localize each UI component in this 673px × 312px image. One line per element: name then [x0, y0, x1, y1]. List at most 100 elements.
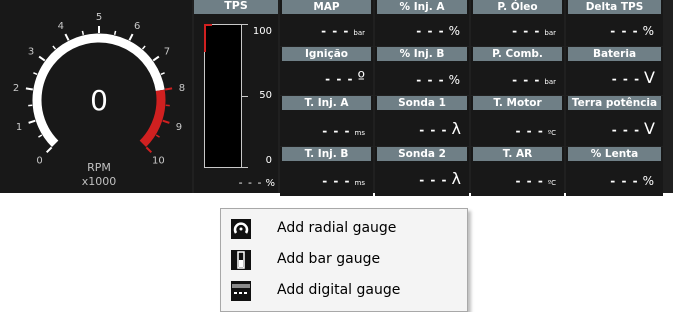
digital-gauge-cell[interactable]: MAP - - - bar [280, 0, 373, 46]
digital-gauge-value: - - - [515, 174, 544, 188]
digital-gauge-title: MAP [282, 0, 371, 14]
rpm-scale-label: 3 [28, 47, 34, 58]
digital-gauge-readout: - - -λ [419, 169, 461, 188]
digital-gauge-unit: ms [354, 179, 365, 187]
tps-tick [242, 167, 248, 168]
digital-gauge-title: T. Motor [473, 96, 562, 110]
digital-gauge-value: - - - [610, 174, 639, 188]
digital-gauge-readout: - - -º [325, 68, 365, 87]
tps-unit: % [265, 178, 276, 189]
rpm-scale-label: 6 [134, 21, 140, 32]
digital-gauge-unit: bar [544, 78, 556, 86]
digital-gauge-cell[interactable]: Sonda 2 - - -λ [375, 147, 469, 196]
digital-gauge-readout: - - -λ [419, 119, 461, 138]
tps-tick [242, 24, 248, 25]
digital-gauge-cell[interactable]: % Inj. A - - -% [375, 0, 469, 46]
digital-gauge-cell[interactable]: Bateria - - -V [566, 47, 663, 95]
tps-redline-marker [204, 24, 212, 52]
rpm-gauge-dial: 0 1 2 3 4 5 6 7 8 9 10 0 RPM x1000 [13, 12, 185, 188]
digital-gauge-readout: - - -% [416, 73, 461, 87]
digital-gauge-value: - - - [416, 24, 445, 38]
rpm-tick [141, 45, 146, 50]
bar-gauge-icon [231, 250, 251, 270]
digital-gauge-unit: % [642, 24, 655, 38]
menu-item-add-bar-gauge[interactable]: Add bar gauge [221, 246, 467, 274]
rpm-tick [38, 55, 46, 62]
digital-gauge-cell[interactable]: Sonda 1 - - -λ [375, 96, 469, 146]
rpm-tick [160, 72, 165, 76]
digital-gauge-cell[interactable]: T. Motor - - - ºC [471, 96, 564, 146]
digital-gauge-readout: - - -V [612, 119, 655, 138]
rpm-tick [25, 87, 33, 91]
rpm-scale-label: 2 [13, 83, 19, 94]
digital-gauge-title: % Inj. B [377, 47, 467, 61]
digital-gauge-value: - - - [515, 124, 544, 138]
digital-gauge-title: T. Inj. A [282, 96, 371, 110]
digital-gauge-value: - - - [512, 73, 541, 87]
tps-gauge[interactable]: TPS 100 50 0 - - -% [194, 0, 278, 193]
digital-gauge-unit: V [644, 119, 655, 138]
rpm-multiplier: x1000 [82, 175, 117, 188]
digital-gauge-title: P. Comb. [473, 47, 562, 61]
digital-gauge-unit: bar [544, 29, 556, 37]
digital-gauge-value: - - - [321, 24, 350, 38]
rpm-tick [38, 134, 43, 138]
digital-gauge-value: - - - [325, 72, 354, 86]
digital-gauge-readout: - - - ms [322, 124, 365, 138]
digital-gauge-readout: - - - ºC [516, 124, 556, 138]
rpm-tick [162, 119, 170, 124]
rpm-tick [33, 72, 38, 76]
rpm-scale-label: 10 [152, 155, 165, 166]
digital-gauge-cell[interactable]: P. Óleo - - - bar [471, 0, 564, 46]
digital-gauge-unit: bar [353, 29, 365, 37]
dashboard: 0 1 2 3 4 5 6 7 8 9 10 0 RPM x1000 TPS 100 50 0 - … [0, 0, 673, 196]
digital-gauge-unit: λ [451, 119, 461, 138]
rpm-scale-label: 8 [179, 83, 185, 94]
digital-gauge-title: Sonda 2 [377, 147, 467, 161]
digital-gauge-title: Bateria [568, 47, 661, 61]
rpm-tick [64, 33, 70, 41]
digital-gauge-unit: ms [354, 129, 365, 137]
rpm-scale-label: 7 [164, 47, 170, 58]
digital-gauge-value: - - - [611, 72, 641, 86]
digital-gauge-title: T. AR [473, 147, 562, 161]
digital-gauge-value: - - - [611, 123, 641, 137]
digital-gauge-cell[interactable]: P. Comb. - - - bar [471, 47, 564, 95]
digital-gauge-value: - - - [512, 24, 541, 38]
digital-gauge-icon [231, 281, 251, 301]
digital-gauge-cell[interactable]: T. Inj. A - - - ms [280, 96, 373, 146]
digital-gauge-value: - - - [322, 124, 351, 138]
digital-gauge-readout: - - -% [610, 174, 655, 188]
menu-item-label: Add digital gauge [277, 282, 401, 298]
digital-gauge-cell[interactable]: Ignição - - -º [280, 47, 373, 95]
menu-item-add-radial-gauge[interactable]: Add radial gauge [221, 215, 467, 243]
digital-gauge-unit: % [448, 73, 461, 87]
digital-gauge-title: Ignição [282, 47, 371, 61]
digital-gauge-unit: ºC [547, 179, 556, 187]
digital-gauge-cell[interactable]: Terra potência - - -V [566, 96, 663, 146]
rpm-gauge[interactable]: 0 1 2 3 4 5 6 7 8 9 10 0 RPM x1000 [0, 0, 192, 193]
tps-value: - - - [238, 176, 263, 189]
rpm-tick [28, 119, 36, 124]
digital-gauge-value: - - - [416, 73, 445, 87]
digital-gauge-title: P. Óleo [473, 0, 562, 14]
digital-gauge-readout: - - - ms [322, 174, 365, 188]
digital-gauge-unit: V [644, 68, 655, 87]
rpm-tick [52, 45, 57, 50]
digital-gauge-unit: % [448, 24, 461, 38]
radial-gauge-icon [231, 219, 251, 239]
digital-gauge-cell[interactable]: T. AR - - - ºC [471, 147, 564, 196]
digital-gauge-readout: - - -V [612, 68, 655, 87]
digital-gauge-cell[interactable]: T. Inj. B - - - ms [280, 147, 373, 196]
digital-gauge-cell[interactable]: Delta TPS - - -% [566, 0, 663, 46]
digital-gauge-value: - - - [419, 173, 448, 187]
context-menu: Add radial gauge Add bar gauge Add digit… [220, 208, 468, 312]
tps-scale-label: 100 [252, 26, 272, 37]
digital-gauge-cell[interactable]: % Inj. B - - -% [375, 47, 469, 95]
menu-item-add-digital-gauge[interactable]: Add digital gauge [221, 277, 467, 305]
digital-gauge-unit: ºC [547, 129, 556, 137]
digital-gauge-cell[interactable]: % Lenta - - -% [566, 147, 663, 196]
digital-gauge-title: Delta TPS [568, 0, 661, 14]
menu-item-label: Add bar gauge [277, 251, 381, 267]
rpm-label: RPM [87, 161, 111, 174]
